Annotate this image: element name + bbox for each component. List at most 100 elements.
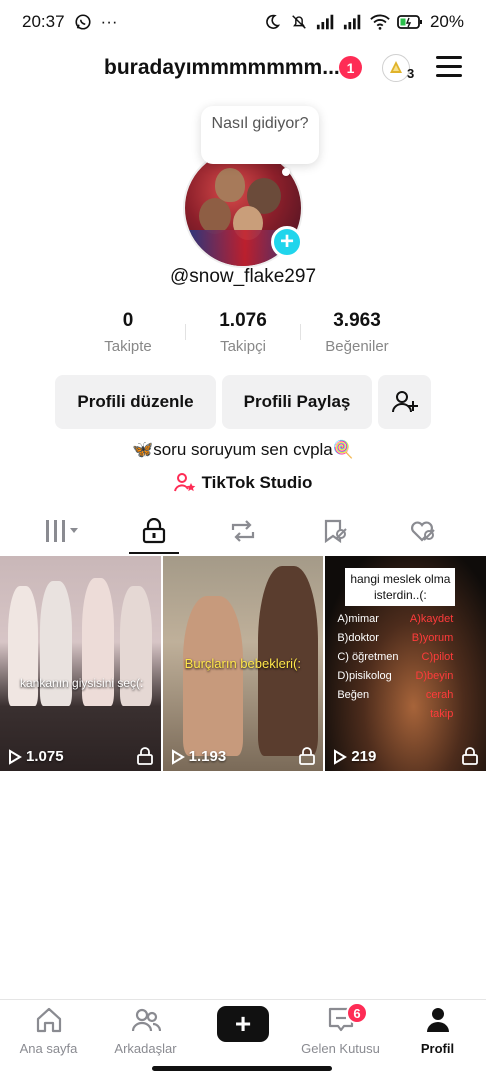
battery-icon bbox=[397, 15, 422, 29]
studio-label: TikTok Studio bbox=[201, 473, 313, 492]
profile-header: buradayımmmmmmm... 1 3 bbox=[0, 48, 486, 92]
stat-value: 0 bbox=[122, 310, 134, 331]
tiktok-studio-link[interactable]: TikTok Studio bbox=[0, 472, 486, 494]
option-right-follow: takip bbox=[430, 708, 454, 720]
home-icon bbox=[36, 1007, 61, 1033]
nav-profile-label: Profil bbox=[420, 1041, 455, 1056]
view-count: 1.075 bbox=[8, 748, 64, 765]
add-friend-button[interactable] bbox=[378, 375, 431, 429]
content-tabs bbox=[0, 508, 486, 556]
play-icon bbox=[171, 748, 185, 765]
video-options-left: A)mimar B)doktor C) öğretmen D)pisikolog… bbox=[337, 610, 398, 705]
share-profile-label: Profili Paylaş bbox=[243, 392, 351, 411]
stat-label: Beğeniler bbox=[325, 338, 389, 355]
nav-friends[interactable]: Arkadaşlar bbox=[97, 1006, 194, 1056]
wifi-icon bbox=[370, 14, 390, 30]
tab-reposts[interactable] bbox=[194, 508, 291, 554]
view-count: 1.193 bbox=[171, 748, 226, 765]
status-more: ··· bbox=[100, 12, 118, 31]
stat-following[interactable]: 0 Takipte bbox=[78, 310, 178, 355]
status-bubble[interactable]: Nasıl gidiyor? bbox=[201, 106, 319, 164]
option-b: B)doktor bbox=[337, 632, 379, 644]
status-bar: 20:37 ··· 20% bbox=[0, 0, 486, 44]
profile-username[interactable]: buradayımmmmmmm... bbox=[104, 56, 340, 80]
liked-hidden-icon bbox=[410, 521, 435, 542]
moon-icon bbox=[266, 14, 281, 29]
option-right-a: A)kaydet bbox=[409, 613, 454, 625]
profile-handle: @snow_flake297 bbox=[169, 266, 317, 287]
bottom-navigation: Ana sayfa Arkadaşlar + Gelen Kutusu 6 Pr… bbox=[0, 999, 486, 1061]
grid-icon bbox=[45, 520, 78, 542]
video-thumbnail[interactable]: Burçların bebekleri(: 1.193 bbox=[162, 556, 324, 771]
bookmark-hidden-icon bbox=[324, 519, 347, 544]
option-d: D)pisikolog bbox=[337, 670, 392, 682]
whatsapp-icon bbox=[74, 14, 91, 30]
option-a: A)mimar bbox=[337, 613, 379, 625]
bubble-dot bbox=[282, 168, 290, 176]
play-icon bbox=[9, 748, 22, 765]
share-profile-button[interactable]: Profili Paylaş bbox=[222, 375, 372, 429]
stat-label: Takipte bbox=[104, 338, 152, 355]
edit-profile-button[interactable]: Profili düzenle bbox=[55, 375, 216, 429]
bubble-text: Nasıl gidiyor? bbox=[211, 115, 309, 132]
tab-private[interactable] bbox=[105, 508, 202, 554]
create-button[interactable]: + bbox=[213, 1006, 273, 1042]
option-c: C) öğretmen bbox=[337, 651, 399, 663]
stat-value: 3.963 bbox=[333, 310, 381, 331]
status-time: 20:37 bbox=[22, 12, 65, 31]
stat-followers[interactable]: 1.076 Takipçi bbox=[193, 310, 293, 355]
active-tab-indicator bbox=[129, 552, 179, 554]
battery-percent: 20% bbox=[429, 12, 464, 31]
plus-icon: + bbox=[234, 1008, 252, 1039]
profile-icon bbox=[426, 1008, 449, 1032]
add-story-plus-icon[interactable]: + bbox=[271, 226, 303, 258]
nav-inbox[interactable]: Gelen Kutusu bbox=[292, 1006, 389, 1056]
signal-icon-2 bbox=[343, 14, 361, 30]
edit-profile-label: Profili düzenle bbox=[77, 392, 194, 411]
video-caption: hangi meslek olma isterdin..(: bbox=[345, 568, 456, 606]
stat-divider bbox=[185, 324, 186, 340]
lock-icon bbox=[299, 747, 316, 765]
avatar-container[interactable]: + bbox=[183, 148, 303, 268]
menu-icon[interactable] bbox=[436, 56, 462, 78]
video-thumbnail[interactable]: kankanın giysisini seç(: 1.075 bbox=[0, 556, 161, 771]
option-like: Beğen bbox=[337, 689, 370, 701]
home-indicator[interactable] bbox=[152, 1066, 332, 1071]
view-count: 219 bbox=[333, 748, 376, 765]
stat-likes[interactable]: 3.963 Beğeniler bbox=[307, 310, 407, 355]
option-right-b: B)yorum bbox=[411, 632, 454, 644]
lock-icon bbox=[142, 518, 165, 544]
muted-bell-icon bbox=[292, 15, 306, 29]
stat-value: 1.076 bbox=[219, 310, 267, 331]
friends-icon bbox=[131, 1008, 161, 1032]
coin-icon bbox=[390, 61, 402, 73]
stat-label: Takipçi bbox=[220, 338, 266, 355]
video-options-right: A)kaydet B)yorum C)pilot D)beyin cerah t… bbox=[393, 610, 453, 724]
nav-profile[interactable]: Profil bbox=[389, 1006, 486, 1056]
nav-home-label: Ana sayfa bbox=[19, 1041, 78, 1056]
add-person-icon bbox=[391, 391, 418, 413]
tab-favorites[interactable] bbox=[286, 508, 383, 554]
video-caption: kankanın giysisini seç(: bbox=[20, 676, 144, 690]
tab-videos[interactable] bbox=[14, 508, 111, 554]
view-count-value: 1.075 bbox=[26, 748, 64, 765]
tab-liked[interactable] bbox=[374, 508, 471, 554]
nav-home[interactable]: Ana sayfa bbox=[0, 1006, 97, 1056]
lock-icon bbox=[136, 747, 153, 765]
play-icon bbox=[334, 748, 348, 765]
signal-icon bbox=[316, 14, 334, 30]
repost-icon bbox=[231, 520, 254, 542]
option-right-d: D)beyin cerah bbox=[415, 670, 454, 701]
lock-icon bbox=[462, 747, 478, 765]
video-caption: Burçların bebekleri(: bbox=[184, 656, 301, 671]
studio-icon bbox=[173, 473, 195, 492]
coin-count: 3 bbox=[407, 66, 415, 81]
video-thumbnail[interactable]: hangi meslek olma isterdin..(: A)mimar B… bbox=[325, 556, 486, 771]
nav-friends-label: Arkadaşlar bbox=[114, 1041, 177, 1056]
option-right-c: C)pilot bbox=[421, 651, 454, 663]
notification-badge[interactable]: 1 bbox=[339, 56, 362, 79]
profile-bio: 🦋soru soruyum sen cvpla🍭 bbox=[132, 440, 354, 459]
coin-button[interactable] bbox=[382, 54, 410, 82]
video-grid: kankanın giysisini seç(: 1.075 Burçların… bbox=[0, 556, 486, 771]
inbox-badge: 6 bbox=[346, 1002, 368, 1024]
